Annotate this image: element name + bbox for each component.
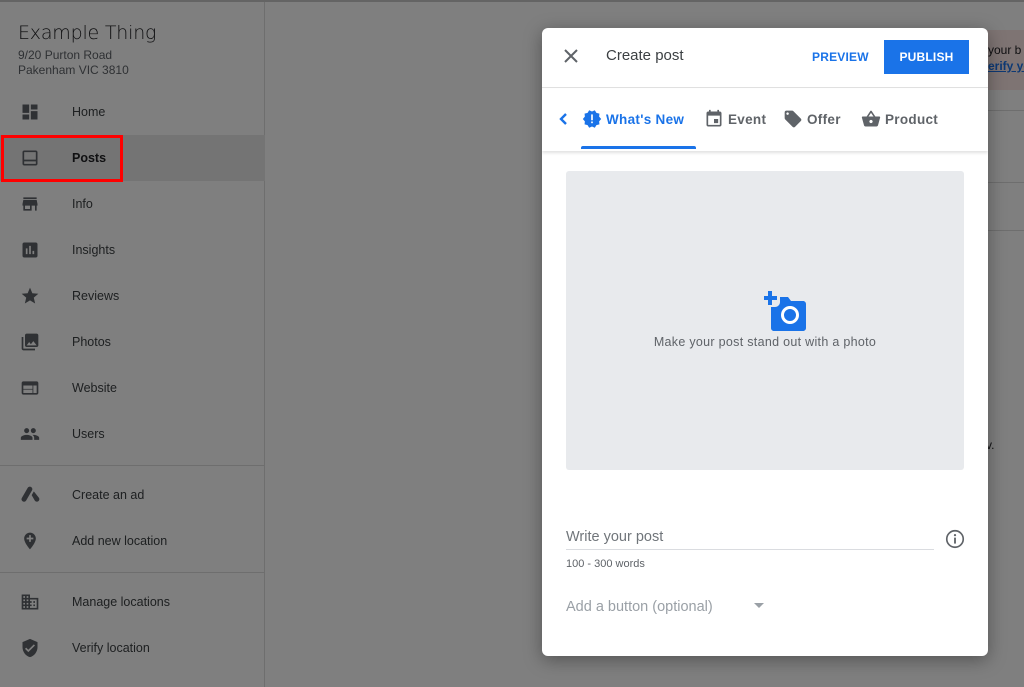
tabs-back-button[interactable] <box>556 111 572 127</box>
post-type-tabs: What's New Event Offer Product <box>542 89 988 151</box>
tab-label: Event <box>728 111 767 127</box>
post-length-hint: 100 - 300 words <box>566 558 645 570</box>
chevron-left-icon <box>559 113 567 125</box>
create-post-dialog: Create post PREVIEW PUBLISH What's New E… <box>542 28 988 656</box>
write-post-input[interactable] <box>566 528 934 550</box>
announcement-icon <box>582 110 602 128</box>
add-button-select-value: Add a button (optional) <box>566 599 713 615</box>
tab-label: Offer <box>807 111 841 127</box>
dialog-header: Create post PREVIEW PUBLISH <box>542 28 988 88</box>
tab-label: Product <box>885 111 939 127</box>
posts-highlight-annotation <box>1 135 123 182</box>
close-button[interactable] <box>561 46 581 66</box>
close-icon <box>564 49 578 63</box>
add-photo-dropzone[interactable]: Make your post stand out with a photo <box>566 171 964 470</box>
preview-button[interactable]: PREVIEW <box>804 40 877 74</box>
dropdown-arrow-icon <box>754 603 764 608</box>
info-icon[interactable] <box>944 528 966 550</box>
publish-button[interactable]: PUBLISH <box>884 40 969 74</box>
tab-event[interactable]: Event <box>704 89 766 149</box>
tab-product[interactable]: Product <box>861 89 938 149</box>
tab-label: What's New <box>606 111 685 127</box>
add-button-select[interactable]: Add a button (optional) <box>566 596 776 618</box>
basket-icon <box>861 110 881 127</box>
tab-whats-new[interactable]: What's New <box>582 89 684 149</box>
active-tab-indicator <box>581 146 696 149</box>
tag-icon <box>784 110 802 128</box>
dialog-title: Create post <box>606 47 684 64</box>
calendar-icon <box>706 109 722 127</box>
add-photo-icon <box>764 291 806 331</box>
photo-prompt: Make your post stand out with a photo <box>653 335 877 349</box>
tab-offer[interactable]: Offer <box>783 89 841 149</box>
